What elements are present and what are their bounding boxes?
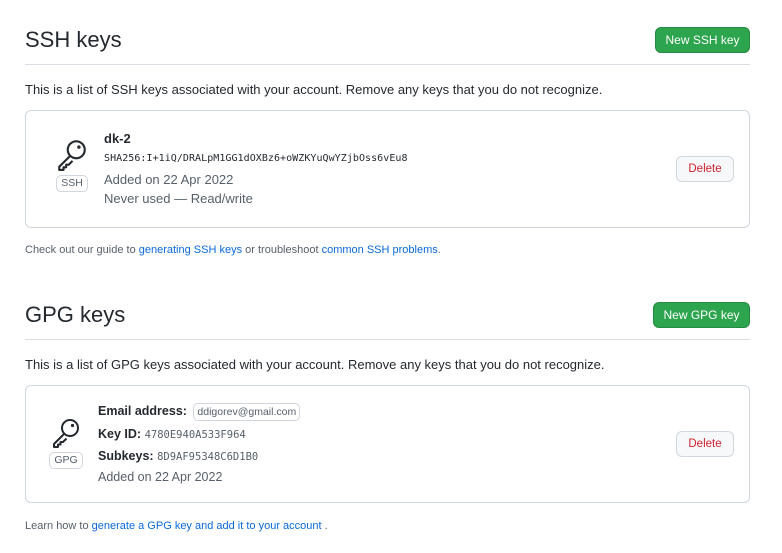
ssh-footnote-suffix: . (437, 244, 441, 256)
common-ssh-problems-link[interactable]: common SSH problems (322, 244, 438, 256)
gpg-intro-text: This is a list of GPG keys associated wi… (25, 357, 605, 372)
ssh-footnote-prefix: Check out our guide to (25, 244, 139, 256)
generate-gpg-key-link[interactable]: generate a GPG key and add it to your ac… (92, 520, 322, 532)
ssh-key-icon-group: SSH (54, 137, 90, 192)
gpg-keyid-label: Key ID: (98, 427, 142, 441)
key-icon (58, 140, 86, 171)
gpg-footnote-prefix: Learn how to (25, 520, 92, 532)
gpg-key-added-date: Added on 22 Apr 2022 (98, 470, 223, 484)
ssh-section-title: SSH keys (25, 27, 122, 52)
gpg-email-label: Email address: (98, 404, 187, 418)
key-icon (53, 419, 79, 448)
gpg-key-icon-group: GPG (48, 416, 84, 469)
new-ssh-key-button[interactable]: New SSH key (655, 27, 750, 53)
gpg-type-badge: GPG (49, 452, 83, 469)
gpg-keyid-value: 4780E940A533F964 (144, 429, 246, 441)
ssh-key-title: dk-2 (104, 131, 131, 146)
ssh-footnote: Check out our guide to generating SSH ke… (25, 244, 441, 256)
gpg-footnote-suffix: . (321, 520, 328, 532)
generating-ssh-keys-link[interactable]: generating SSH keys (139, 244, 242, 256)
gpg-section-header: GPG keys New GPG key (25, 299, 750, 340)
ssh-key-fingerprint: SHA256:I+1iQ/DRALpM1GG1dOXBz6+oWZKYuQwYZ… (104, 153, 408, 164)
delete-gpg-key-button[interactable]: Delete (676, 431, 734, 457)
gpg-email-row: Email address: ddigorev@gmail.com (98, 403, 301, 421)
gpg-subkeys-row: Subkeys: 8D9AF95348C6D1B0 (98, 449, 258, 463)
new-gpg-key-button[interactable]: New GPG key (653, 302, 750, 328)
ssh-footnote-middle: or troubleshoot (242, 244, 322, 256)
gpg-subkeys-label: Subkeys: (98, 449, 154, 463)
gpg-footnote: Learn how to generate a GPG key and add … (25, 520, 328, 532)
gpg-section-title: GPG keys (25, 302, 126, 327)
gpg-keyid-row: Key ID: 4780E940A533F964 (98, 427, 246, 441)
ssh-key-added-date: Added on 22 Apr 2022 (104, 172, 234, 187)
ssh-section-header: SSH keys New SSH key (25, 24, 750, 65)
ssh-key-item: SSH dk-2 SHA256:I+1iQ/DRALpM1GG1dOXBz6+o… (25, 110, 750, 228)
delete-ssh-key-button[interactable]: Delete (676, 156, 734, 182)
gpg-key-item: GPG Email address: ddigorev@gmail.com Ke… (25, 385, 750, 503)
ssh-intro-text: This is a list of SSH keys associated wi… (25, 82, 603, 97)
gpg-subkeys-value: 8D9AF95348C6D1B0 (157, 451, 259, 463)
ssh-type-badge: SSH (56, 175, 88, 192)
gpg-email-value: ddigorev@gmail.com (193, 403, 301, 421)
ssh-key-usage: Never used — Read/write (104, 191, 253, 206)
